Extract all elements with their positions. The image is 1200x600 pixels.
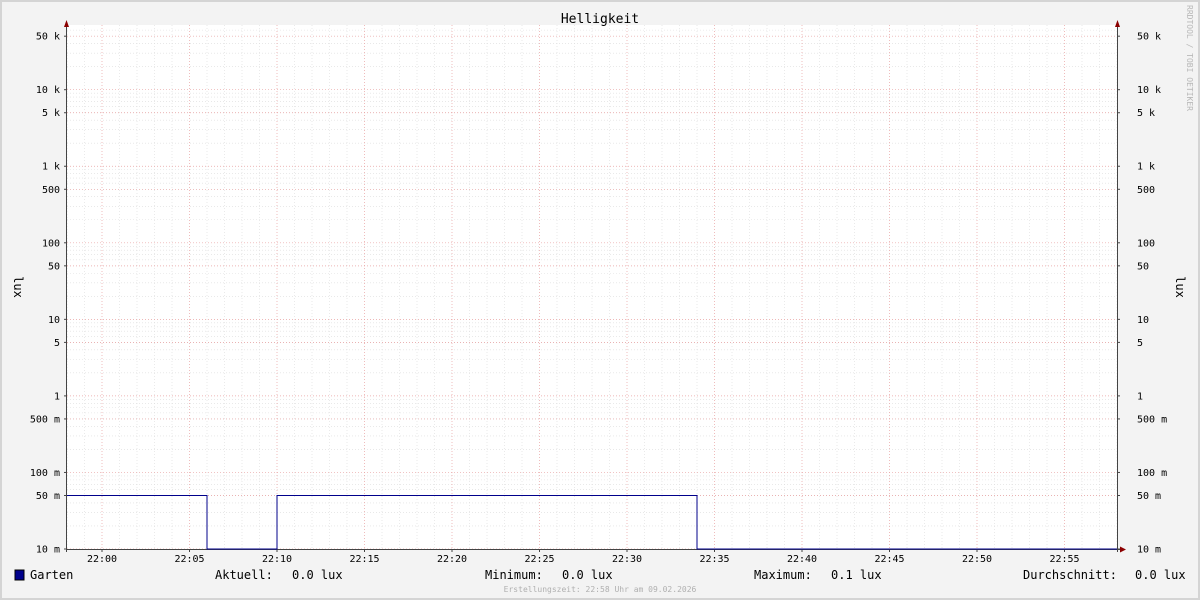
stat-minimum-label: Minimum: [485,568,543,582]
y-axis-arrow-right [1115,20,1120,27]
chart-title: Helligkeit [561,12,639,27]
y-tick-label-left: 50 k [36,32,60,43]
chart-svg: 22:00 22:05 22:10 22:15 22:20 22:25 22:30 22:35… [11,5,1194,594]
x-tick-label: 22:45 [874,554,904,565]
stat-current-label: Aktuell: [215,568,273,582]
y-tick-label-right: 10 [1137,315,1149,326]
y-tick-label-right: 10 m [1137,545,1161,556]
x-axis-arrow [1120,546,1126,553]
y-tick-label-left: 5 [54,338,60,349]
y-axis-label-left: lux [11,276,25,298]
y-tick-label-left: 5 k [42,108,60,119]
y-tick-label-left: 100 m [30,468,60,479]
stat-maximum-label: Maximum: [754,568,812,582]
stat-average-value: 0.0 lux [1135,568,1186,582]
legend-swatch-garten [14,569,25,581]
y-tick-label-left: 10 k [36,85,60,96]
x-tick-label: 22:10 [262,554,292,565]
x-tick-label: 22:35 [699,554,729,565]
y-tick-label-right: 50 k [1137,32,1161,43]
y-axis-arrow-left [64,20,69,27]
y-tick-label-left: 50 m [36,491,60,502]
y-tick-label-right: 100 [1137,238,1155,249]
x-tick-label: 22:55 [1049,554,1079,565]
y-tick-label-left: 500 m [30,414,60,425]
x-tick-label: 22:00 [87,554,117,565]
legend-series-name: Garten [30,568,73,582]
stat-maximum-value: 0.1 lux [831,568,882,582]
y-tick-label-right: 1 [1137,391,1143,402]
y-tick-label-right: 1 k [1137,162,1155,173]
y-tick-label-left: 1 k [42,162,60,173]
y-tick-label-right: 50 [1137,261,1149,272]
x-tick-label: 22:20 [437,554,467,565]
stat-minimum-value: 0.0 lux [562,568,613,582]
y-tick-label-left: 1 [54,391,60,402]
y-tick-label-left: 50 [48,261,60,272]
y-tick-label-right: 100 m [1137,468,1167,479]
y-tick-label-right: 5 [1137,338,1143,349]
y-tick-label-right: 5 k [1137,108,1155,119]
y-tick-label-left: 10 [48,315,60,326]
y-tick-label-right: 10 k [1137,85,1161,96]
watermark: RRDTOOL / TOBI OETIKER [1185,5,1194,111]
y-tick-label-right: 50 m [1137,491,1161,502]
x-tick-label: 22:05 [174,554,204,565]
y-tick-label-left: 10 m [36,545,60,556]
stat-average-label: Durchschnitt: [1023,568,1117,582]
x-tick-label: 22:25 [524,554,554,565]
x-tick-label: 22:50 [962,554,992,565]
x-tick-label: 22:30 [612,554,642,565]
y-axis-label-right: lux [1173,276,1187,298]
y-tick-label-left: 500 [42,185,60,196]
x-tick-label: 22:15 [349,554,379,565]
y-tick-label-right: 500 [1137,185,1155,196]
footer-timestamp: Erstellungszeit: 22:58 Uhr am 09.02.2026 [504,585,697,594]
x-tick-label: 22:40 [787,554,817,565]
stat-current-value: 0.0 lux [292,568,343,582]
y-tick-label-right: 500 m [1137,414,1167,425]
y-tick-label-left: 100 [42,238,60,249]
